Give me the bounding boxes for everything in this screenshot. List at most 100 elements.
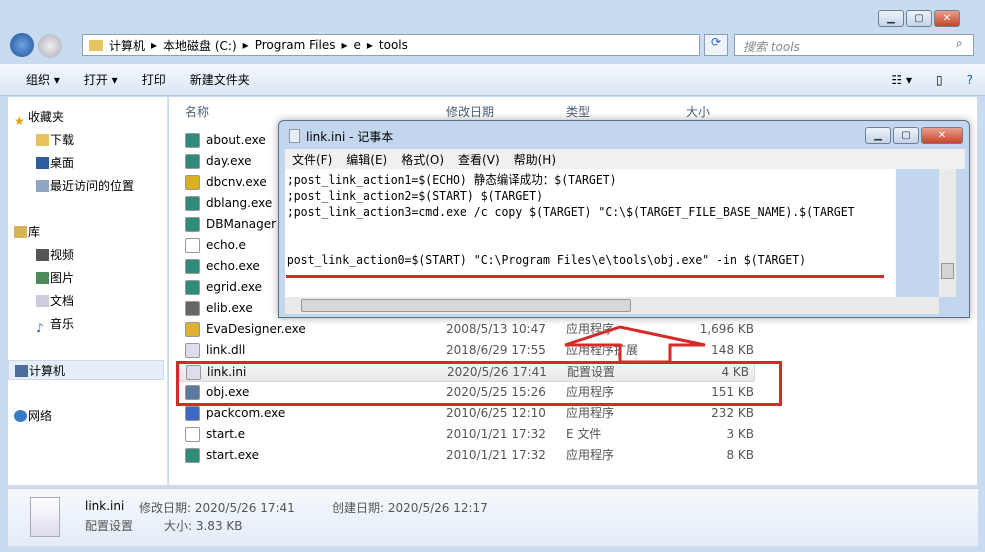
details-pane: link.ini 配置设置 修改日期: 2020/5/26 17:41 大小: … [8,488,978,546]
organize-button[interactable]: 组织 ▾ [14,71,72,88]
column-name[interactable]: 名称 [185,103,209,120]
menu-view[interactable]: 查看(V) [451,151,507,168]
file-icon [185,322,200,337]
notepad-window: link.ini - 记事本 ▁ ▢ ✕ 文件(F) 编辑(E) 格式(O) 查… [278,120,970,318]
sidebar-library[interactable]: 库 [8,222,164,242]
file-date: 2018/6/29 17:55 [446,343,546,357]
view-options-icon[interactable]: ☷ ▾ [879,73,924,87]
file-row[interactable]: start.exe 2010/1/21 17:32 应用程序 8 KB [179,445,759,466]
sidebar-recent[interactable]: 最近访问的位置 [8,176,164,196]
refresh-icon[interactable]: ⟳ [704,34,728,56]
file-date: 2008/5/13 10:47 [446,322,546,336]
search-icon: ⌕ [956,36,963,50]
folder-icon [89,39,103,51]
file-name: day.exe [206,154,252,168]
navigation-pane: ★ 收藏夹 下载 桌面 最近访问的位置 库 视频 图片 文档 ♪ 音乐 计算机 网络 [8,97,168,485]
open-button[interactable]: 打开 ▾ [72,71,130,88]
recent-icon [36,180,49,192]
breadcrumb-2[interactable]: Program Files [255,38,336,52]
notepad-close-button[interactable]: ✕ [921,127,963,144]
menu-file[interactable]: 文件(F) [285,151,339,168]
picture-icon [36,272,49,284]
notepad-maximize-button[interactable]: ▢ [893,127,919,144]
close-button[interactable]: ✕ [934,10,960,27]
column-type[interactable]: 类型 [566,103,590,120]
search-input[interactable]: 搜索 tools [734,34,974,56]
video-icon [36,249,49,261]
breadcrumb-0[interactable]: 计算机 [109,37,145,54]
file-row[interactable]: start.e 2010/1/21 17:32 E 文件 3 KB [179,424,759,445]
highlighted-line: post_link_action0=$(START) "C:\Program F… [286,252,807,267]
file-icon [185,217,200,232]
file-icon [185,301,200,316]
horizontal-scrollbar[interactable] [285,297,939,314]
folder-icon [36,134,49,146]
sidebar-network[interactable]: 网络 [8,406,164,426]
status-size: 大小: 3.83 KB [164,519,243,533]
print-button[interactable]: 打印 [130,71,178,88]
network-icon [14,410,27,422]
file-name: link.dll [206,343,246,357]
file-icon [185,238,200,253]
address-bar[interactable]: 计算机 ▸ 本地磁盘 (C:) ▸ Program Files ▸ e ▸ tools [82,34,700,56]
sidebar-documents[interactable]: 文档 [8,291,164,311]
sidebar-downloads[interactable]: 下载 [8,130,164,150]
file-size: 8 KB [726,448,754,462]
status-filename: link.ini [85,499,125,513]
file-type: E 文件 [566,427,602,441]
new-folder-button[interactable]: 新建文件夹 [178,71,262,88]
file-name: start.exe [206,448,260,462]
menu-format[interactable]: 格式(O) [394,151,451,168]
file-icon [185,280,200,295]
preview-pane-icon[interactable]: ▯ [924,73,955,87]
config-file-icon [30,497,60,537]
sidebar-music[interactable]: ♪ 音乐 [8,314,164,335]
document-icon [36,295,49,307]
file-date: 2010/1/21 17:32 [446,427,546,441]
breadcrumb-3[interactable]: e [354,38,361,52]
sidebar-desktop[interactable]: 桌面 [8,153,164,173]
column-date[interactable]: 修改日期 [446,103,494,120]
column-size[interactable]: 大小 [686,103,710,120]
back-button[interactable] [10,33,34,57]
file-name: egrid.exe [206,280,262,294]
sidebar-computer[interactable]: 计算机 [8,360,164,380]
file-size: 232 KB [711,406,754,420]
file-row[interactable]: packcom.exe 2010/6/25 12:10 应用程序 232 KB [179,403,759,424]
file-name: echo.e [206,238,246,252]
file-icon [185,196,200,211]
maximize-button[interactable]: ▢ [906,10,932,27]
file-name: about.exe [206,133,266,147]
status-created: 创建日期: 2020/5/26 12:17 [332,501,488,515]
help-icon[interactable]: ? [955,73,985,87]
sidebar-pictures[interactable]: 图片 [8,268,164,288]
file-icon [185,259,200,274]
file-name: echo.exe [206,259,260,273]
sidebar-favorites[interactable]: ★ 收藏夹 [8,107,164,128]
vertical-scrollbar[interactable] [939,169,956,297]
status-modified: 修改日期: 2020/5/26 17:41 [139,501,295,515]
breadcrumb-1[interactable]: 本地磁盘 (C:) [163,37,237,54]
file-icon [185,406,200,421]
file-name: elib.exe [206,301,253,315]
annotation-highlight-box [176,361,782,406]
file-date: 2010/6/25 12:10 [446,406,546,420]
music-icon: ♪ [36,321,44,335]
file-name: EvaDesigner.exe [206,322,306,336]
forward-button[interactable] [38,34,62,58]
file-icon [185,133,200,148]
status-type: 配置设置 [85,519,134,533]
notepad-icon [289,129,300,143]
menu-edit[interactable]: 编辑(E) [339,151,394,168]
menu-help[interactable]: 帮助(H) [507,151,563,168]
file-icon [185,427,200,442]
command-bar: 组织 ▾ 打开 ▾ 打印 新建文件夹 ☷ ▾ ▯ ? [0,64,985,96]
notepad-minimize-button[interactable]: ▁ [865,127,891,144]
sidebar-videos[interactable]: 视频 [8,245,164,265]
notepad-title: link.ini - 记事本 [306,130,394,144]
file-name: dblang.exe [206,196,273,210]
breadcrumb-4[interactable]: tools [379,38,408,52]
minimize-button[interactable]: ▁ [878,10,904,27]
desktop-icon [36,157,49,169]
library-icon [14,226,27,238]
